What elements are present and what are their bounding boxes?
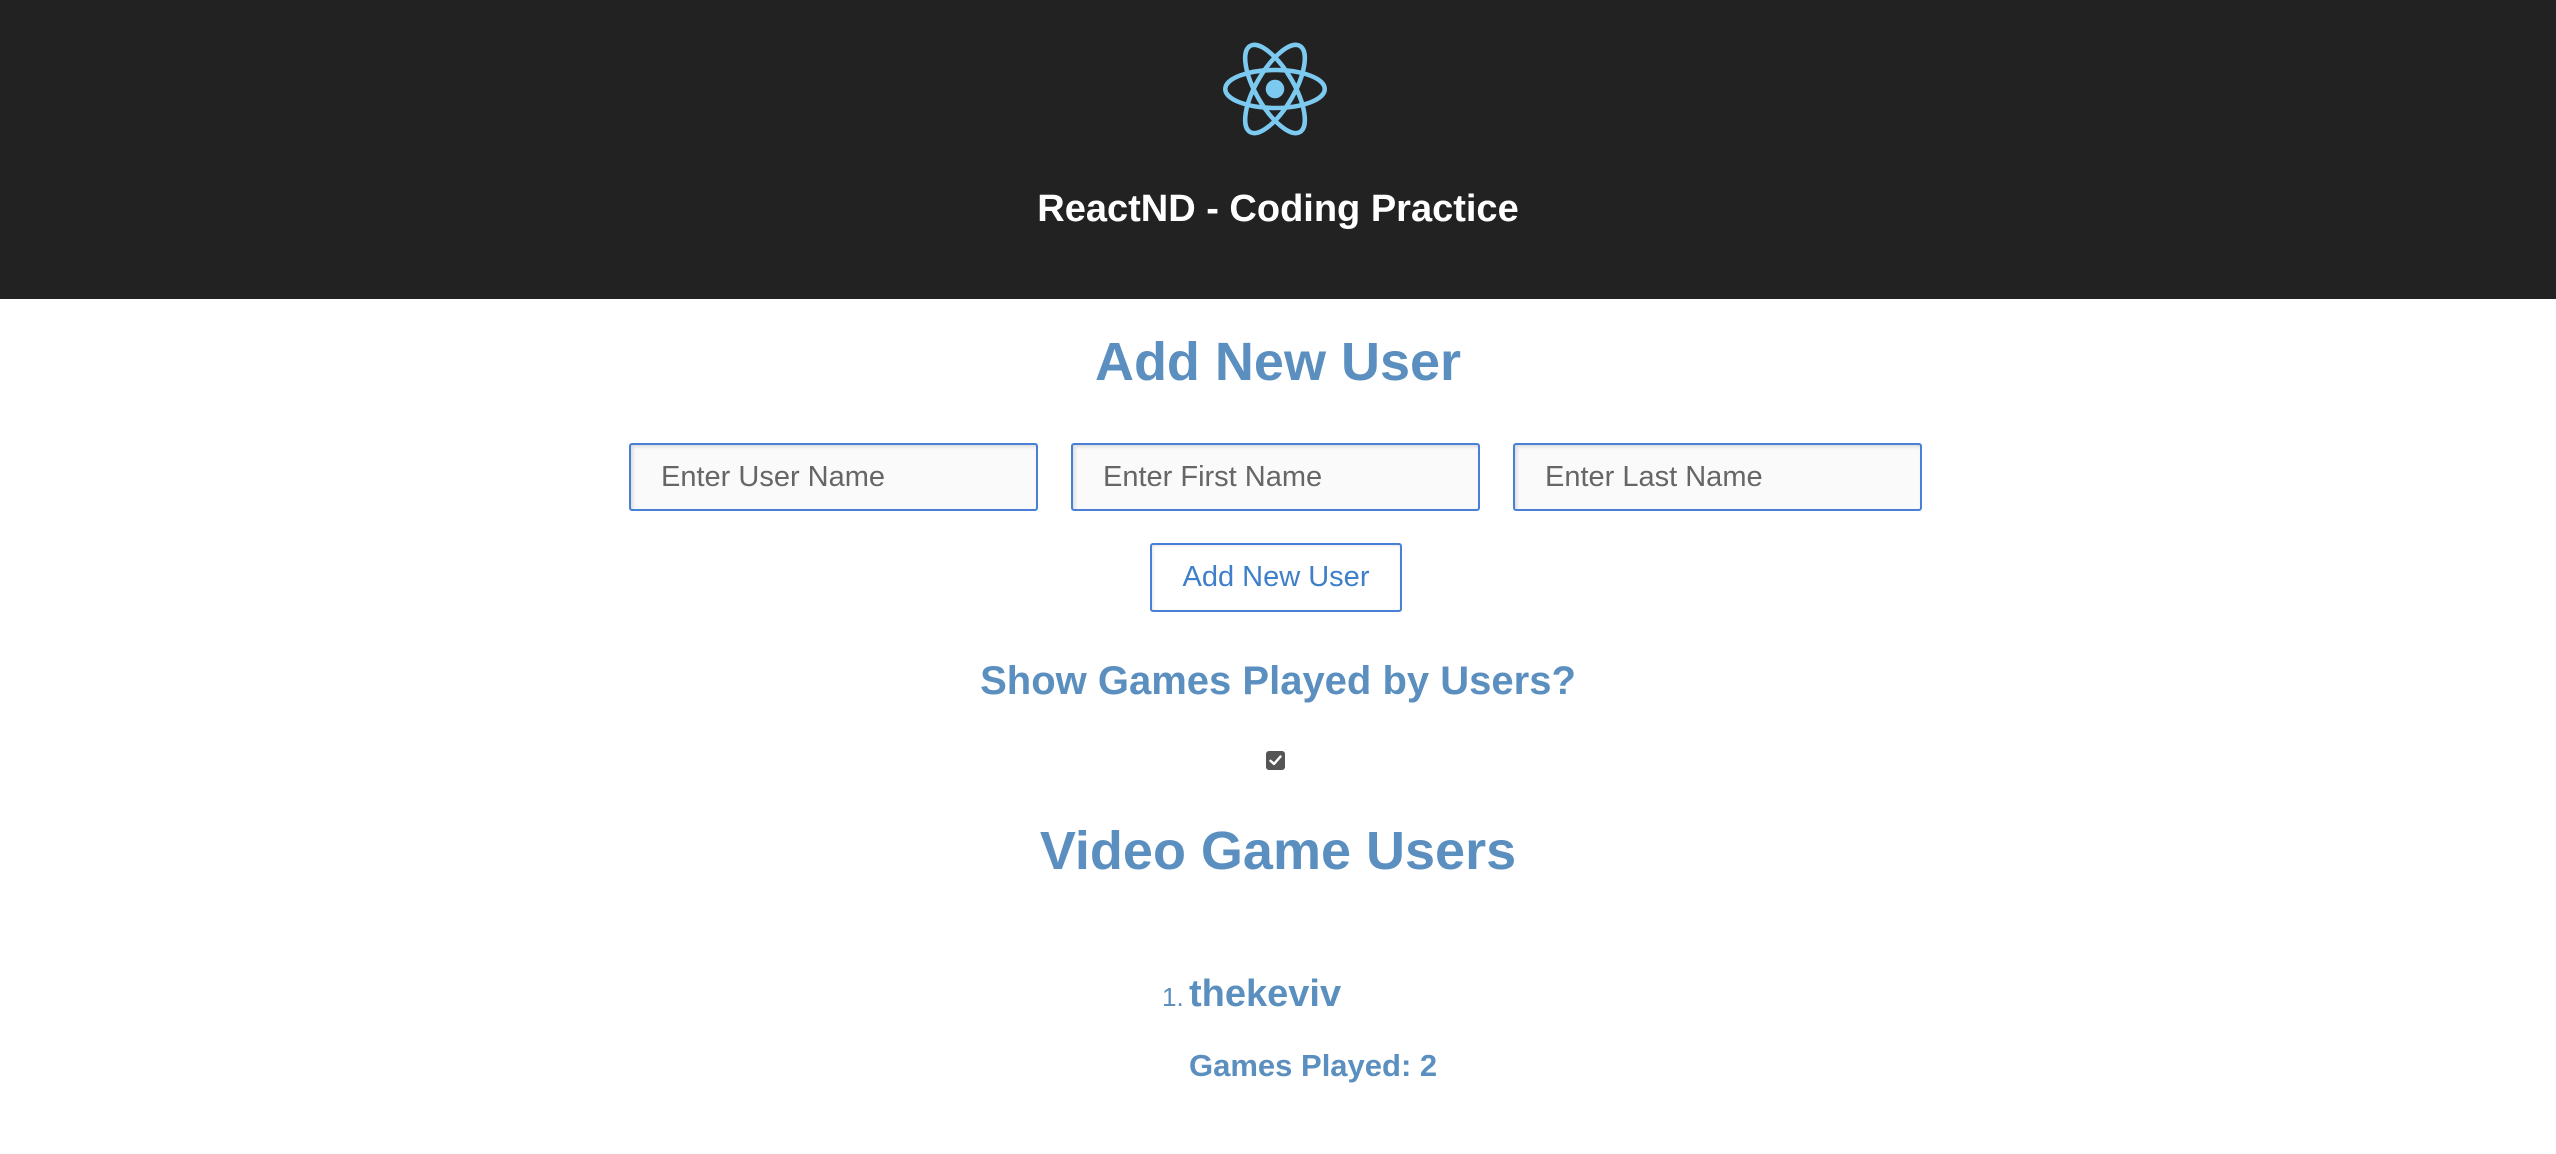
games-played-count: Games Played: 2 [1189,1048,1438,1083]
add-user-heading: Add New User [1094,332,1462,392]
checkmark-icon [1269,755,1282,766]
user-name: thekeviv [1189,973,1342,1015]
show-games-heading: Show Games Played by Users? [980,659,1576,703]
last-name-input[interactable] [1513,443,1922,511]
react-atom-icon [1223,42,1327,136]
add-new-user-button[interactable]: Add New User [1150,543,1402,612]
username-input[interactable] [629,443,1038,511]
user-list: 1. thekeviv Games Played: 2 [0,970,2556,1110]
video-game-users-heading: Video Game Users [1039,821,1517,881]
show-games-checkbox[interactable] [1266,751,1285,770]
app-header: ReactND - Coding Practice [0,0,2556,299]
list-item-number: 1. [1162,982,1184,1012]
first-name-input[interactable] [1071,443,1480,511]
app-title: ReactND - Coding Practice [1037,188,1519,230]
